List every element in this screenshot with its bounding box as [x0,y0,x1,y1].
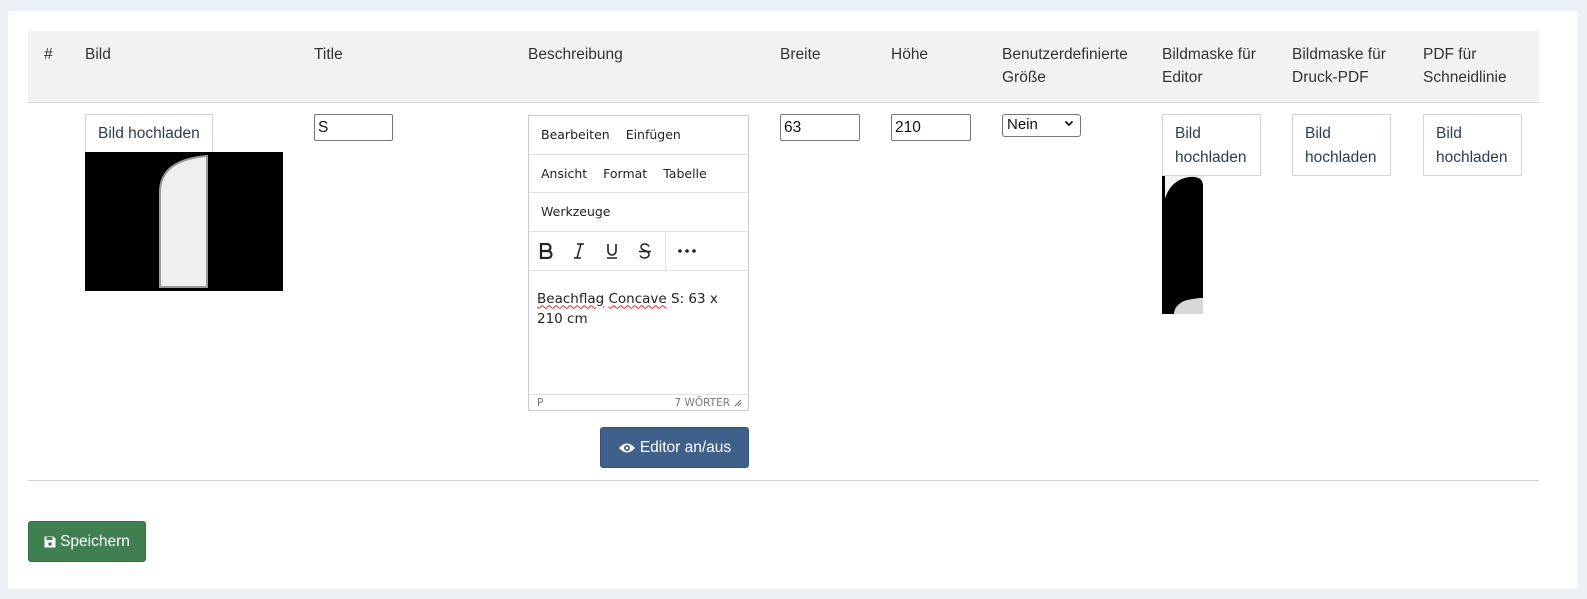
flag-shape-image [85,152,283,291]
header-width: Breite [780,46,821,63]
header-print-mask-line2: Druck-PDF [1292,69,1369,86]
editor-toggle-label: Editor an/aus [639,438,732,456]
editor-toolbar [529,231,748,271]
header-editor-mask-line1: Bildmaske für [1162,46,1256,63]
print-mask-upload-line2: hochladen [1305,149,1377,166]
header-print-mask: Bildmaske für Druck-PDF [1292,43,1386,89]
word-count: 7 WÖRTER [674,396,730,409]
row-divider [28,480,1539,481]
custom-size-value: Nein [1007,116,1038,133]
height-input[interactable] [891,114,971,141]
floppy-disk-icon [44,536,56,547]
element-path[interactable]: P [537,397,543,409]
header-custom-size-line1: Benutzerdefinierte [1002,46,1128,63]
editor-mask-preview [1162,176,1203,314]
save-button-label: Speichern [60,532,130,550]
header-custom-size: Benutzerdefinierte Größe [1002,43,1128,89]
header-editor-mask-line2: Editor [1162,69,1203,86]
header-editor-mask: Bildmaske für Editor [1162,43,1256,89]
cutline-upload-line2: hochladen [1436,149,1508,166]
menu-tools[interactable]: Werkzeuge [533,204,619,219]
editor-menu-row-3: Werkzeuge [529,193,748,232]
header-image: Bild [85,46,111,63]
editor-menu-row-2: Ansicht Format Tabelle [529,155,748,193]
editor-toggle-button[interactable]: Editor an/aus [600,427,749,468]
width-input[interactable] [780,114,860,141]
header-cutline-line2: Schneidlinie [1423,69,1507,86]
menu-view[interactable]: Ansicht [533,166,595,181]
title-input[interactable] [314,114,393,141]
mask-shape-image [1162,176,1203,314]
header-description: Beschreibung [528,46,623,63]
editor-mask-upload-button[interactable]: Bild hochladen [1162,114,1261,176]
print-mask-upload-line1: Bild [1305,125,1331,142]
toolbar-separator [665,231,666,270]
header-print-mask-line1: Bildmaske für [1292,46,1386,63]
rich-text-editor[interactable]: Bearbeiten Einfügen Ansicht Format Tabel… [528,115,749,411]
content-panel: # Bild Title Beschreibung Breite Höhe Be… [8,11,1578,589]
cutline-upload-button[interactable]: Bild hochladen [1423,114,1522,176]
menu-edit[interactable]: Bearbeiten [533,127,618,142]
header-cutline: PDF für Schneidlinie [1423,43,1507,89]
strikethrough-icon[interactable] [628,232,661,270]
content-word-1: Beachflag [537,290,605,307]
image-preview [85,152,283,291]
header-height: Höhe [891,46,929,63]
save-button[interactable]: Speichern [28,521,146,562]
custom-size-select[interactable]: Nein [1002,114,1081,137]
menu-table[interactable]: Tabelle [655,166,715,181]
image-upload-button[interactable]: Bild hochladen [85,114,213,153]
more-icon[interactable] [670,232,703,270]
header-cutline-line1: PDF für [1423,46,1477,63]
bold-icon[interactable] [529,232,562,270]
cutline-upload-line1: Bild [1436,125,1462,142]
editor-statusbar: P 7 WÖRTER [529,393,748,411]
table-header: # Bild Title Beschreibung Breite Höhe Be… [28,31,1539,103]
content-word-2: Concave [608,290,667,307]
eye-icon [618,443,635,452]
print-mask-upload-button[interactable]: Bild hochladen [1292,114,1391,176]
editor-menu-row-1: Bearbeiten Einfügen [529,116,748,155]
editor-mask-upload-line1: Bild [1175,125,1201,142]
underline-icon[interactable] [595,232,628,270]
editor-content[interactable]: Beachflag Concave S: 63 x 210 cm [529,271,748,394]
header-index: # [44,46,53,63]
menu-format[interactable]: Format [595,166,655,181]
editor-mask-upload-line2: hochladen [1175,149,1247,166]
header-title: Title [314,46,343,63]
resize-handle-icon[interactable] [734,399,742,407]
header-custom-size-line2: Größe [1002,69,1046,86]
menu-insert[interactable]: Einfügen [618,127,689,142]
italic-icon[interactable] [562,232,595,270]
chevron-down-icon [1064,120,1074,127]
